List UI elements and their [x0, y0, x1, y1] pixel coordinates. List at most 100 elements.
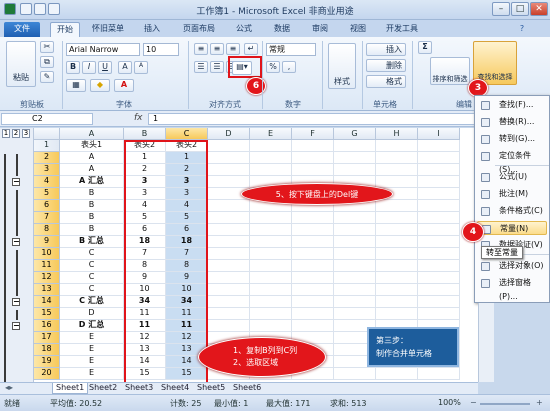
empty-cell[interactable]	[292, 308, 334, 320]
row-header[interactable]: 15	[34, 308, 60, 320]
collapse-group-icon[interactable]: −	[12, 298, 20, 306]
underline-button[interactable]: U	[98, 61, 112, 74]
cell-a[interactable]: A 汇总	[60, 176, 124, 188]
minimize-button[interactable]: –	[492, 2, 510, 16]
empty-cell[interactable]	[376, 236, 418, 248]
menu-item[interactable]: 查找(F)...	[477, 98, 547, 112]
empty-cell[interactable]	[208, 152, 250, 164]
row-header[interactable]: 16	[34, 320, 60, 332]
cell-a[interactable]: C	[60, 272, 124, 284]
align-top-icon[interactable]: ≡	[194, 43, 208, 55]
empty-cell[interactable]	[418, 212, 460, 224]
empty-cell[interactable]	[292, 320, 334, 332]
tab-page-layout[interactable]: 页面布局	[176, 22, 222, 37]
empty-cell[interactable]	[250, 248, 292, 260]
empty-cell[interactable]	[250, 212, 292, 224]
empty-cell[interactable]	[418, 368, 460, 380]
sort-filter-button[interactable]: 排序和筛选	[430, 57, 470, 85]
row-header[interactable]: 20	[34, 368, 60, 380]
column-header[interactable]: E	[250, 128, 292, 140]
number-format-combo[interactable]: 常规	[266, 43, 316, 56]
zoom-out-icon[interactable]: −	[470, 398, 477, 407]
align-middle-icon[interactable]: ≡	[210, 43, 224, 55]
percent-button[interactable]: %	[266, 61, 280, 73]
column-header[interactable]: G	[334, 128, 376, 140]
empty-cell[interactable]	[376, 368, 418, 380]
empty-cell[interactable]	[208, 164, 250, 176]
empty-cell[interactable]	[292, 140, 334, 152]
menu-item[interactable]: 替换(R)...	[477, 115, 547, 129]
empty-cell[interactable]	[376, 152, 418, 164]
menu-item[interactable]: 定位条件(S)...	[477, 149, 547, 174]
row-header[interactable]: 5	[34, 188, 60, 200]
row-header[interactable]: 12	[34, 272, 60, 284]
empty-cell[interactable]	[208, 296, 250, 308]
empty-cell[interactable]	[292, 284, 334, 296]
column-header[interactable]: H	[376, 128, 418, 140]
font-shrink-button[interactable]: A	[134, 61, 148, 74]
italic-button[interactable]: I	[82, 61, 96, 74]
column-header[interactable]: I	[418, 128, 460, 140]
name-box[interactable]: C2	[1, 113, 93, 125]
menu-item[interactable]: 条件格式(C)	[477, 204, 547, 218]
empty-cell[interactable]	[208, 272, 250, 284]
empty-cell[interactable]	[376, 212, 418, 224]
empty-cell[interactable]	[208, 200, 250, 212]
empty-cell[interactable]	[250, 272, 292, 284]
empty-cell[interactable]	[418, 188, 460, 200]
column-header[interactable]: F	[292, 128, 334, 140]
empty-cell[interactable]	[376, 248, 418, 260]
help-icon[interactable]: ?	[516, 22, 528, 37]
tab-classic-menu[interactable]: 怀旧菜单	[86, 22, 130, 37]
align-left-icon[interactable]: ☰	[194, 61, 208, 73]
tab-review[interactable]: 审阅	[306, 22, 334, 37]
empty-cell[interactable]	[250, 308, 292, 320]
tab-view[interactable]: 视图	[344, 22, 372, 37]
outline-level-1[interactable]: 1	[2, 129, 10, 138]
empty-cell[interactable]	[208, 176, 250, 188]
empty-cell[interactable]	[292, 236, 334, 248]
column-header[interactable]: B	[124, 128, 166, 140]
cell-a[interactable]: A	[60, 152, 124, 164]
empty-cell[interactable]	[418, 308, 460, 320]
empty-cell[interactable]	[376, 296, 418, 308]
cell-a[interactable]: E	[60, 344, 124, 356]
tab-formulas[interactable]: 公式	[230, 22, 258, 37]
cell-a[interactable]: D 汇总	[60, 320, 124, 332]
cell-a[interactable]: B	[60, 212, 124, 224]
column-header[interactable]: C	[166, 128, 208, 140]
insert-cells-button[interactable]: 插入	[366, 43, 406, 56]
cell-a[interactable]: C	[60, 284, 124, 296]
empty-cell[interactable]	[334, 296, 376, 308]
sheet-tab[interactable]: Sheet2	[86, 383, 120, 394]
empty-cell[interactable]	[250, 224, 292, 236]
sheet-tab[interactable]: Sheet1	[52, 383, 89, 394]
empty-cell[interactable]	[250, 260, 292, 272]
empty-cell[interactable]	[334, 224, 376, 236]
empty-cell[interactable]	[334, 152, 376, 164]
empty-cell[interactable]	[418, 164, 460, 176]
empty-cell[interactable]	[208, 248, 250, 260]
empty-cell[interactable]	[334, 260, 376, 272]
row-header[interactable]: 1	[34, 140, 60, 152]
sheet-tab[interactable]: Sheet5	[194, 383, 228, 394]
row-header[interactable]: 6	[34, 200, 60, 212]
sheet-tab[interactable]: Sheet6	[230, 383, 264, 394]
empty-cell[interactable]	[334, 272, 376, 284]
empty-cell[interactable]	[376, 164, 418, 176]
font-grow-button[interactable]: A	[118, 61, 132, 74]
empty-cell[interactable]	[208, 320, 250, 332]
empty-cell[interactable]	[208, 260, 250, 272]
comma-button[interactable]: ,	[282, 61, 296, 73]
empty-cell[interactable]	[334, 308, 376, 320]
empty-cell[interactable]	[292, 272, 334, 284]
tab-developer[interactable]: 开发工具	[380, 22, 424, 37]
empty-cell[interactable]	[376, 176, 418, 188]
row-header[interactable]: 11	[34, 260, 60, 272]
sheet-tab[interactable]: Sheet4	[158, 383, 192, 394]
tab-insert[interactable]: 插入	[138, 22, 166, 37]
zoom-level[interactable]: 100%	[438, 398, 461, 407]
empty-cell[interactable]	[208, 236, 250, 248]
empty-cell[interactable]	[334, 164, 376, 176]
cell-a[interactable]: B	[60, 200, 124, 212]
